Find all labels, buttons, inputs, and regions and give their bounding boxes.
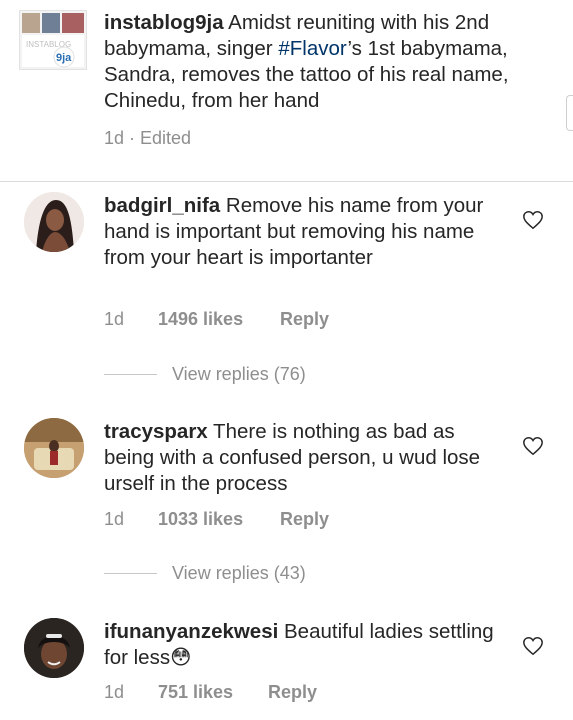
comment-username[interactable]: ifunanyanzekwesi [104,620,278,643]
heart-outline-icon[interactable] [522,435,544,457]
caption-text: instablog9ja Amidst reuniting with his 2… [104,10,514,114]
comment-text: ifunanyanzekwesi Beautiful ladies settli… [104,619,504,671]
reply-button[interactable]: Reply [280,508,329,530]
view-replies-label[interactable]: View replies (76) [172,363,306,385]
reply-button[interactable]: Reply [268,681,317,703]
caption-time: 1d [104,128,125,148]
comment-username[interactable]: tracysparx [104,420,208,443]
comment-time: 1d [104,509,125,529]
comment-time: 1d [104,309,125,329]
caption-edited: Edited [140,128,192,148]
like-count[interactable]: 751 likes [158,681,233,703]
caption-hashtag[interactable]: #Flavor [278,37,347,60]
view-replies-line [104,374,157,375]
comment-avatar[interactable] [24,192,84,252]
reply-button[interactable]: Reply [280,308,329,330]
caption-separator: · [124,128,141,148]
user-photo-icon [24,192,84,252]
comment-avatar[interactable] [24,418,84,478]
comment-meta: 1d [104,308,124,330]
heart-outline-icon[interactable] [522,209,544,231]
comment-avatar[interactable] [24,618,84,678]
view-replies-line [104,573,157,574]
user-photo-icon [24,618,84,678]
comment-username[interactable]: badgirl_nifa [104,194,220,217]
scroll-indicator[interactable] [566,95,573,131]
avatar-logo-number: 9ja [56,52,72,64]
comment-text: badgirl_nifa Remove his name from your h… [104,193,504,271]
poster-avatar[interactable]: INSTABLOG 9ja [19,10,87,70]
comment-meta: 1d [104,508,124,530]
user-photo-icon [24,418,84,478]
caption-meta: 1d · Edited [104,127,191,149]
post-caption: INSTABLOG 9ja instablog9ja Amidst reunit… [0,0,573,182]
instablog-logo-icon: INSTABLOG 9ja [20,11,86,69]
comment-time: 1d [104,682,125,702]
caption-username[interactable]: instablog9ja [104,11,224,34]
view-replies-label[interactable]: View replies (43) [172,562,306,584]
heart-outline-icon[interactable] [522,635,544,657]
like-count[interactable]: 1033 likes [158,508,243,530]
comment-text: tracysparx There is nothing as bad as be… [104,419,504,497]
like-count[interactable]: 1496 likes [158,308,243,330]
comment-meta: 1d [104,681,124,703]
